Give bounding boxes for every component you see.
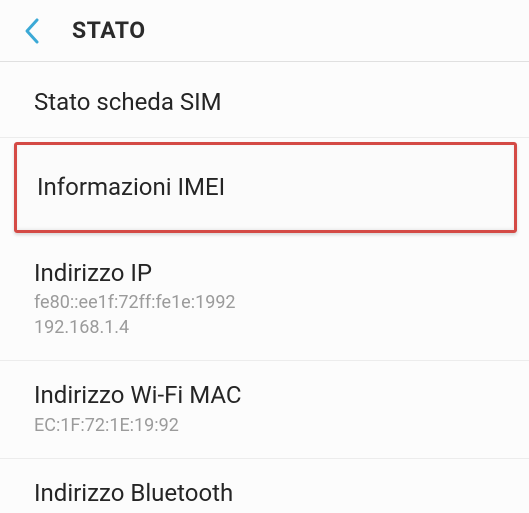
list-item-bluetooth[interactable]: Indirizzo Bluetooth Non disponibile — [0, 459, 529, 513]
list-item-sim-status[interactable]: Stato scheda SIM — [0, 68, 529, 138]
header-bar: STATO — [0, 0, 529, 62]
list-item-subtitle: EC:1F:72:1E:19:92 — [34, 414, 495, 438]
list-item-wifi-mac[interactable]: Indirizzo Wi-Fi MAC EC:1F:72:1E:19:92 — [0, 361, 529, 459]
back-icon[interactable] — [18, 17, 46, 45]
list-item-imei-info[interactable]: Informazioni IMEI — [14, 142, 517, 233]
list-item-ip-address[interactable]: Indirizzo IP fe80::ee1f:72ff:fe1e:1992 1… — [0, 239, 529, 361]
list-item-title: Indirizzo Wi-Fi MAC — [34, 381, 495, 410]
list-item-title: Indirizzo Bluetooth — [34, 479, 495, 508]
page-title: STATO — [72, 17, 146, 44]
list-item-title: Informazioni IMEI — [37, 173, 494, 202]
list-item-title: Indirizzo IP — [34, 259, 495, 288]
list-item-title: Stato scheda SIM — [34, 88, 495, 117]
status-list: Stato scheda SIM Informazioni IMEI Indir… — [0, 62, 529, 513]
list-item-subtitle: fe80::ee1f:72ff:fe1e:1992 192.168.1.4 — [34, 291, 495, 340]
